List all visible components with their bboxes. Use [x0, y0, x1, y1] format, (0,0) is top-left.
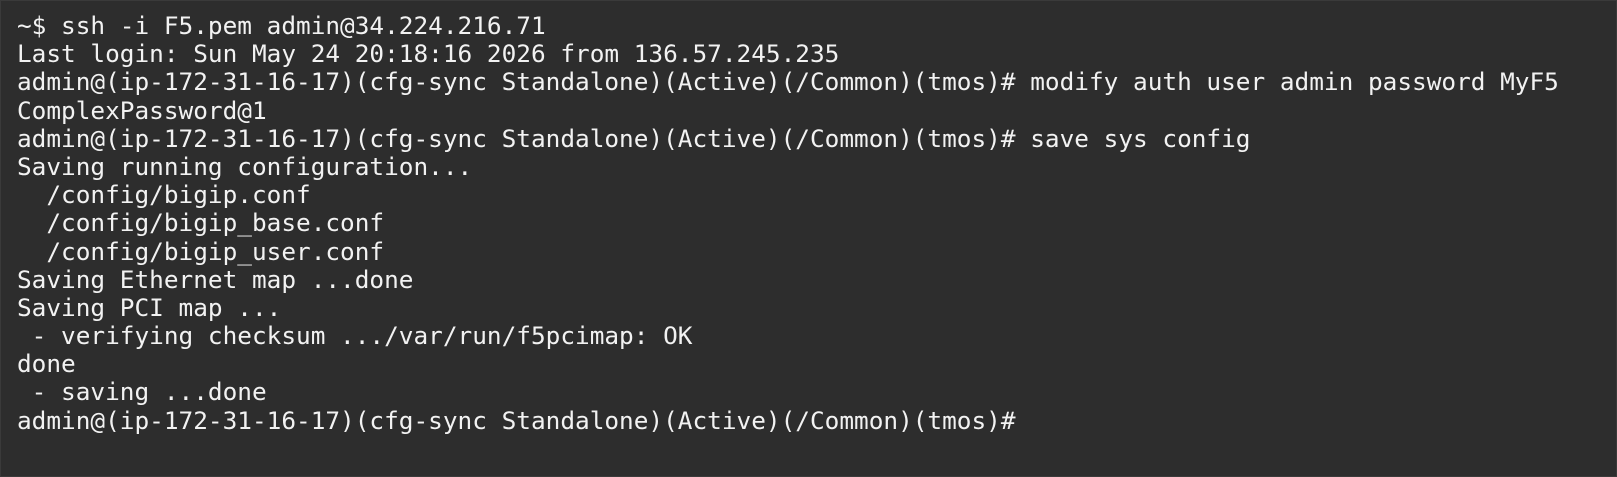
output-line: - verifying checksum .../var/run/f5pcima… [17, 322, 693, 351]
output-line: Saving PCI map ... [17, 293, 282, 322]
text-cursor [1030, 408, 1043, 434]
output-line: Saving running configuration... [17, 152, 473, 181]
output-line: /config/bigip_base.conf [17, 209, 385, 238]
output-line: /config/bigip_user.conf [17, 237, 385, 266]
output-line: done [17, 350, 76, 379]
terminal-window[interactable]: ~$ ssh -i F5.pem admin@34.224.216.71 Las… [0, 0, 1617, 477]
output-line: - saving ...done [17, 378, 267, 407]
ssh-command-line: ~$ ssh -i F5.pem admin@34.224.216.71 [17, 12, 546, 40]
current-prompt-line[interactable]: admin@(ip-172-31-16-17)(cfg-sync Standal… [17, 407, 1616, 435]
modify-password-command-wrap-line: ComplexPassword@1 [17, 96, 267, 125]
shell-prompt: admin@(ip-172-31-16-17)(cfg-sync Standal… [17, 406, 1031, 435]
last-login-line: Last login: Sun May 24 20:18:16 2026 fro… [17, 40, 840, 69]
save-config-command-line: admin@(ip-172-31-16-17)(cfg-sync Standal… [17, 124, 1251, 153]
output-line: /config/bigip.conf [17, 181, 311, 210]
modify-password-command-line: admin@(ip-172-31-16-17)(cfg-sync Standal… [17, 68, 1559, 97]
output-line: Saving Ethernet map ...done [17, 265, 414, 294]
